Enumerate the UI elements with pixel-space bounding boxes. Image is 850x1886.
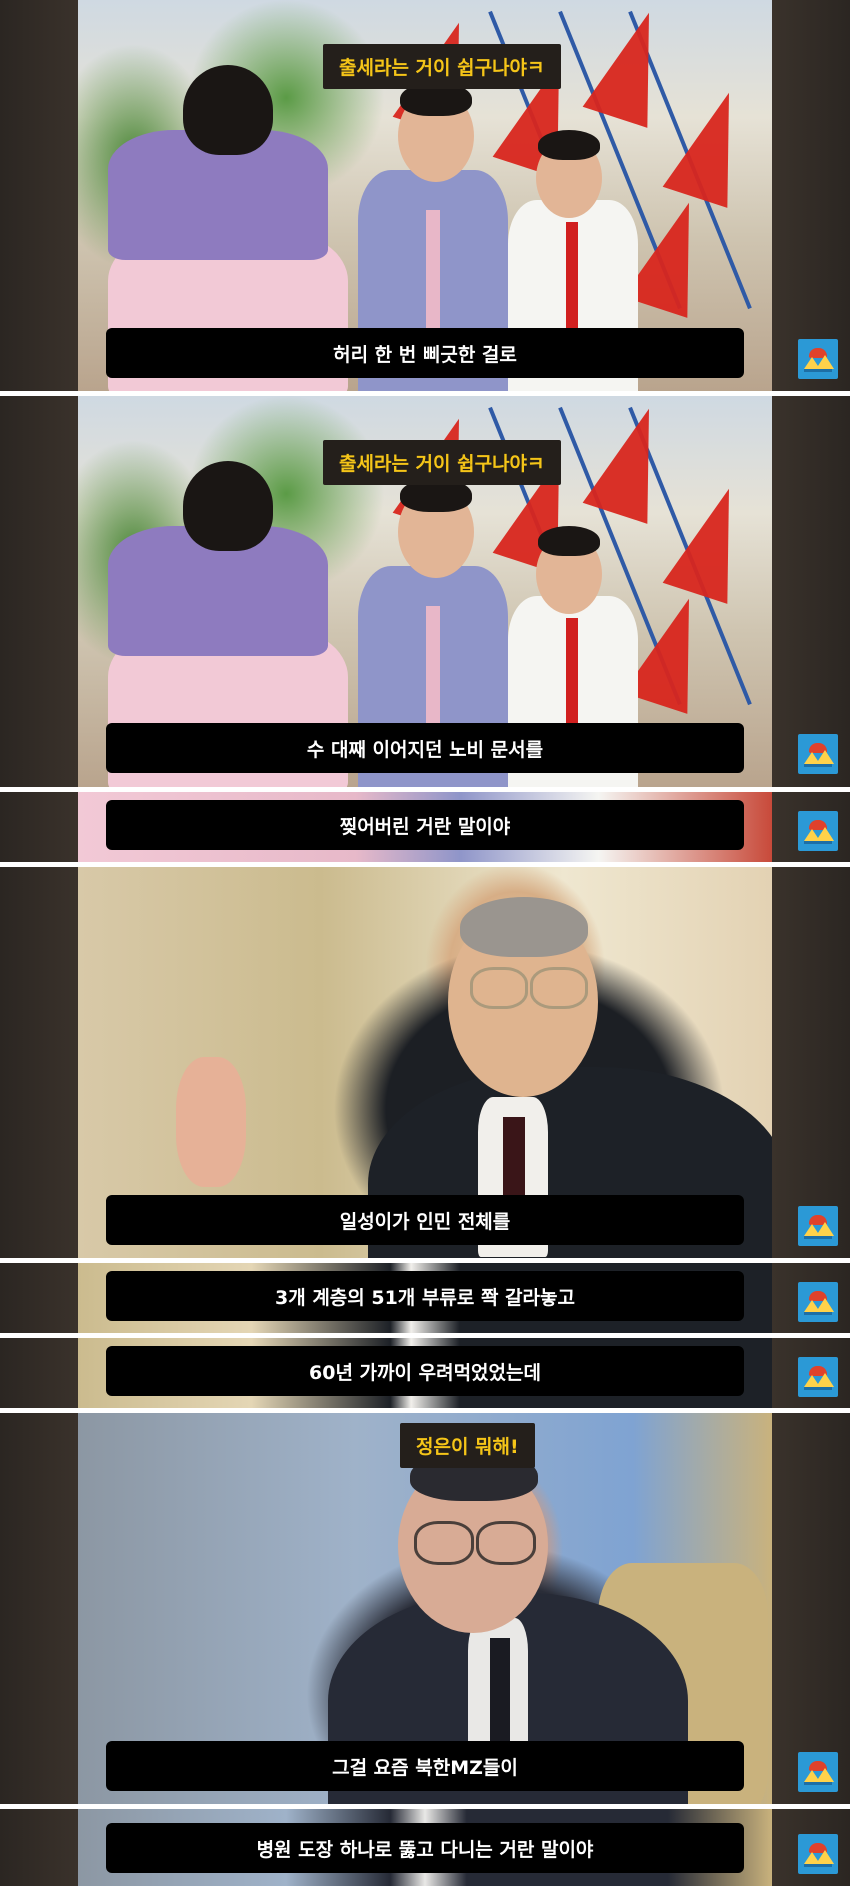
mountain-logo-icon bbox=[798, 1282, 838, 1322]
video-frame-8: 병원 도장 하나로 뚫고 다니는 거란 말이야 bbox=[0, 1809, 850, 1886]
top-caption: 출세라는 거이 쉽구나야ㅋ bbox=[323, 44, 561, 89]
mountain-logo-icon bbox=[798, 1834, 838, 1874]
subtitle-bar: 60년 가까이 우려먹었었는데 bbox=[106, 1346, 744, 1396]
video-frame-7: 정은이 뭐해! 그걸 요즘 북한MZ들이 bbox=[0, 1413, 850, 1804]
video-frame-6: 60년 가까이 우려먹었었는데 bbox=[0, 1338, 850, 1408]
video-frame-5: 3개 계층의 51개 부류로 쫙 갈라놓고 bbox=[0, 1263, 850, 1333]
mountain-logo-icon bbox=[798, 734, 838, 774]
subtitle-bar: 3개 계층의 51개 부류로 쫙 갈라놓고 bbox=[106, 1271, 744, 1321]
subtitle-bar: 찢어버린 거란 말이야 bbox=[106, 800, 744, 850]
video-frame-3: 찢어버린 거란 말이야 bbox=[0, 792, 850, 862]
mountain-logo-icon bbox=[798, 811, 838, 851]
mountain-logo-icon bbox=[798, 1357, 838, 1397]
mountain-logo-icon bbox=[798, 1752, 838, 1792]
subtitle-bar: 일성이가 인민 전체를 bbox=[106, 1195, 744, 1245]
subtitle-bar: 병원 도장 하나로 뚫고 다니는 거란 말이야 bbox=[106, 1823, 744, 1873]
video-frame-4: 일성이가 인민 전체를 bbox=[0, 867, 850, 1258]
top-caption: 정은이 뭐해! bbox=[400, 1423, 535, 1468]
video-frame-2: 출세라는 거이 쉽구나야ㅋ 수 대째 이어지던 노비 문서를 bbox=[0, 396, 850, 787]
mountain-logo-icon bbox=[798, 1206, 838, 1246]
mountain-logo-icon bbox=[798, 339, 838, 379]
top-caption: 출세라는 거이 쉽구나야ㅋ bbox=[323, 440, 561, 485]
subtitle-bar: 수 대째 이어지던 노비 문서를 bbox=[106, 723, 744, 773]
video-frame-1: 출세라는 거이 쉽구나야ㅋ 허리 한 번 삐긋한 걸로 bbox=[0, 0, 850, 391]
subtitle-bar: 허리 한 번 삐긋한 걸로 bbox=[106, 328, 744, 378]
subtitle-bar: 그걸 요즘 북한MZ들이 bbox=[106, 1741, 744, 1791]
